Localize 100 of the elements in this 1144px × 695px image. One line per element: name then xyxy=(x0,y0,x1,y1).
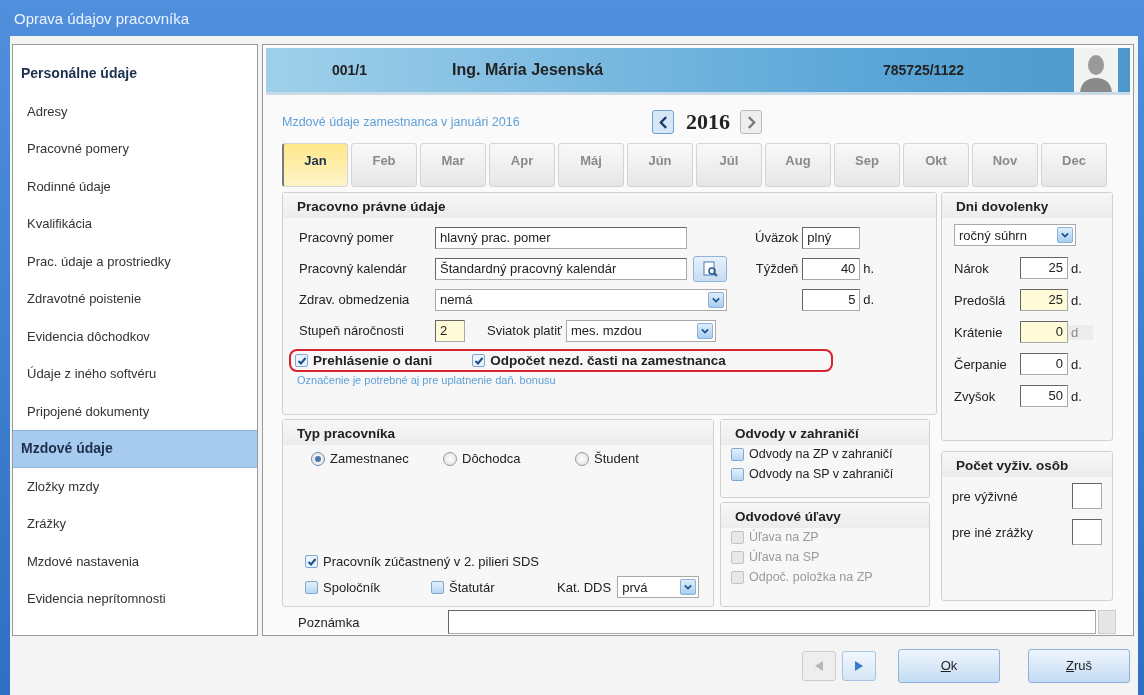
input-field[interactable]: 0 xyxy=(1020,353,1068,375)
sidebar-item[interactable]: Personálne údaje xyxy=(13,55,257,93)
dialog-button[interactable]: Zruš xyxy=(1028,648,1130,683)
previous-year-button[interactable] xyxy=(652,110,674,134)
field-label: pre výživné xyxy=(952,488,1018,504)
sidebar-item[interactable]: Rodinné údaje xyxy=(13,167,257,205)
checkbox[interactable] xyxy=(472,354,486,367)
field-label: Úväzok xyxy=(755,230,799,245)
next-button[interactable] xyxy=(842,650,876,681)
input-field[interactable]: 2 xyxy=(435,319,465,342)
sidebar-item[interactable]: Zdravotné poistenie xyxy=(13,280,257,318)
checkbox[interactable] xyxy=(305,555,318,568)
checkbox-label: Prehlásenie o dani xyxy=(313,353,433,368)
year-label: 2016 xyxy=(686,109,730,135)
section-title: Odvody v zahraničí xyxy=(721,420,929,445)
sidebar-item[interactable]: Mzdové nastavenia xyxy=(13,542,257,580)
field-label: pre iné zrážky xyxy=(952,524,1033,540)
sidebar-item[interactable]: Mzdové údaje xyxy=(13,430,257,468)
unit-label: d. xyxy=(862,292,876,307)
sidebar-item[interactable]: Pracovné pomery xyxy=(13,130,257,168)
field-label: Sviatok platiť xyxy=(487,323,562,338)
field-label: Čerpanie xyxy=(954,356,1008,372)
checkbox-label: Odpočet nezd. časti na zamestnanca xyxy=(490,353,726,368)
next-year-button[interactable] xyxy=(740,110,762,134)
chevron-down-icon xyxy=(712,295,720,304)
input-field[interactable]: 25 xyxy=(1020,257,1068,279)
section-title: Typ pracovníka xyxy=(283,420,713,445)
radio-label: Zamestnanec xyxy=(330,451,409,466)
dropdown[interactable]: ročný súhrn xyxy=(954,224,1076,246)
radio-label: Študent xyxy=(594,451,639,466)
unit-label: d. xyxy=(1070,260,1083,276)
input-field[interactable]: Štandardný pracovný kalendár xyxy=(435,257,687,280)
dropdown[interactable]: prvá xyxy=(617,576,700,598)
dropdown[interactable]: mes. mzdou xyxy=(565,319,716,342)
field-label: Nárok xyxy=(954,260,990,276)
chevron-down-icon xyxy=(684,583,693,591)
input-field[interactable] xyxy=(1072,483,1102,509)
chevron-down-icon xyxy=(700,326,709,335)
sidebar-item[interactable]: Údaje z iného softvéru xyxy=(13,355,257,393)
triangle-left-icon xyxy=(814,659,824,672)
section-title: Dni dovolenky xyxy=(942,193,1112,218)
checkbox[interactable] xyxy=(731,447,744,461)
note-field[interactable] xyxy=(448,610,1096,634)
section-title: Pracovno právne údaje xyxy=(283,193,936,218)
unit-label: d xyxy=(1068,324,1093,340)
radio-button[interactable] xyxy=(443,451,457,466)
field-label: Týždeň xyxy=(755,261,799,276)
field-label: Pracovný kalendár xyxy=(299,261,408,276)
checkbox[interactable] xyxy=(431,580,444,594)
chevron-down-icon xyxy=(1061,231,1069,239)
checkbox-label: Pracovník zúčastnený v 2. pilieri SDS xyxy=(323,554,540,569)
calendar-lookup-button[interactable] xyxy=(693,255,727,282)
chevron-left-icon xyxy=(658,115,668,129)
sidebar-item[interactable]: Evidencia dôchodkov xyxy=(13,317,257,355)
input-field[interactable]: 25 xyxy=(1020,289,1068,311)
period-caption: Mzdové údaje zamestnanca v januári 2016 xyxy=(282,115,521,129)
section-title: Odvodové úľavy xyxy=(721,503,929,528)
sidebar-item[interactable]: Evidencia neprítomnosti xyxy=(13,580,257,618)
dialog-button[interactable]: Ok xyxy=(898,648,1000,683)
checkbox-label: Úľava na SP xyxy=(749,550,820,564)
sidebar-item[interactable]: Zrážky xyxy=(13,505,257,543)
field-label: Stupeň náročnosti xyxy=(299,323,405,338)
person-silhouette-icon xyxy=(1074,48,1118,92)
unit-label: h. xyxy=(862,261,876,276)
field-label: Kat. DDS xyxy=(557,579,612,595)
input-field[interactable]: hlavný prac. pomer xyxy=(435,226,687,249)
chevron-right-icon xyxy=(746,115,756,129)
input-field[interactable]: plný xyxy=(802,226,861,249)
checkbox-label: Odvody na SP v zahraničí xyxy=(749,467,894,481)
checkbox[interactable] xyxy=(731,467,744,481)
input-field[interactable]: 5 xyxy=(802,288,861,311)
checkbox-label: Úľava na ZP xyxy=(749,530,819,544)
checkbox-label: Štatutár xyxy=(449,579,495,595)
radio-button[interactable] xyxy=(311,451,325,466)
input-field[interactable]: 40 xyxy=(802,257,861,280)
radio-button[interactable] xyxy=(575,451,589,466)
document-magnifier-icon xyxy=(702,260,718,277)
unit-label: d. xyxy=(1070,356,1083,372)
field-label: Predošlá xyxy=(954,292,1007,308)
sidebar-item[interactable]: Pripojené dokumenty xyxy=(13,392,257,430)
dropdown[interactable]: nemá xyxy=(435,288,727,311)
triangle-right-icon xyxy=(854,659,864,672)
checkbox[interactable] xyxy=(305,580,318,594)
checkbox[interactable] xyxy=(295,354,308,367)
field-label: Krátenie xyxy=(954,324,1004,340)
sidebar-item[interactable]: Kvalifikácia xyxy=(13,205,257,243)
input-field[interactable]: 50 xyxy=(1020,385,1068,407)
hint-text: Označenie je potrebné aj pre uplatnenie daň. bonusu xyxy=(297,374,557,386)
input-field[interactable]: 0 xyxy=(1020,321,1068,343)
sidebar-item[interactable]: Zložky mzdy xyxy=(13,467,257,505)
unit-label: d. xyxy=(1070,388,1083,404)
checkbox-label: Odvody na ZP v zahraničí xyxy=(749,447,893,461)
employee-name: Ing. Mária Jesenská xyxy=(452,61,604,79)
sidebar-item[interactable]: Adresy xyxy=(13,92,257,130)
sidebar-item[interactable]: Prac. údaje a prostriedky xyxy=(13,242,257,280)
field-label: Zdrav. obmedzenia xyxy=(299,292,411,307)
input-field[interactable] xyxy=(1072,519,1102,545)
month-tab[interactable]: Jan xyxy=(282,143,348,187)
window-title: Oprava údajov pracovníka xyxy=(14,9,190,27)
field-label: Pracovný pomer xyxy=(299,230,395,245)
